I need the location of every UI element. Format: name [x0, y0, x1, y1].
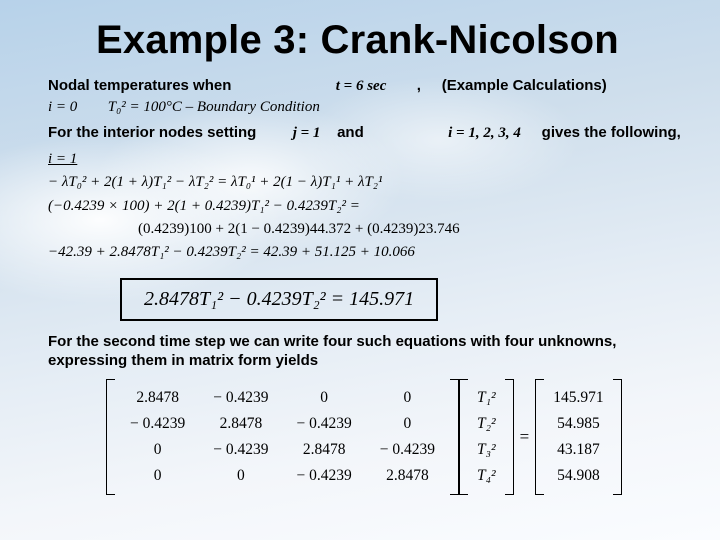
matrix-equation: 2.8478− 0.423900 − 0.42392.8478− 0.42390… [106, 379, 684, 495]
eq-bc-expr: T₀² = 100°C – Boundary Condition [108, 99, 320, 115]
paragraph-second-step: For the second time step we can write fo… [48, 333, 684, 371]
matrix-A: 2.8478− 0.423900 − 0.42392.8478− 0.42390… [106, 379, 459, 495]
eq-row2: (−0.4239 × 100) + 2(1 + 0.4239)T₁² − 0.4… [48, 195, 684, 218]
line-interior-nodes: For the interior nodes setting j = 1 and… [48, 124, 684, 142]
vector-b: 145.971 54.985 43.187 54.908 [535, 379, 621, 495]
eq-row1: − λT₀² + 2(1 + λ)T₁² − λT₂² = λT₀¹ + 2(1… [48, 171, 684, 194]
eq-row3: (0.4239)100 + 2(1 − 0.4239)44.372 + (0.4… [48, 218, 684, 241]
text-comma: , [417, 77, 421, 94]
equals-sign: = [514, 427, 536, 447]
eq-boundary-condition: i = 0 T₀² = 100°C – Boundary Condition [48, 99, 684, 116]
text-example-calc: (Example Calculations) [442, 77, 607, 94]
eq-row4: −42.39 + 2.8478T₁² − 0.4239T₂² = 42.39 +… [48, 241, 684, 264]
text-and: and [337, 124, 364, 141]
eq-t6: t = 6 sec [336, 78, 387, 94]
slide-title: Example 3: Crank-Nicolson [96, 18, 684, 63]
vector-x: T₁² T₂² T₃² T₄² [459, 379, 514, 495]
boxed-result: 2.8478T₁² − 0.4239T₂² = 145.971 [120, 278, 438, 321]
eq-i1: i = 1 [48, 151, 77, 167]
text-nodal-a: Nodal temperatures when [48, 77, 231, 94]
derivation-block: i = 1 − λT₀² + 2(1 + λ)T₁² − λT₂² = λT₀¹… [48, 148, 684, 264]
text-gives: gives the following, [542, 124, 681, 141]
line-nodal-temps: Nodal temperatures when t = 6 sec , (Exa… [48, 77, 684, 95]
eq-j1: j = 1 [293, 125, 321, 141]
text-interior-a: For the interior nodes setting [48, 124, 256, 141]
eq-i1234: i = 1, 2, 3, 4 [448, 125, 521, 141]
